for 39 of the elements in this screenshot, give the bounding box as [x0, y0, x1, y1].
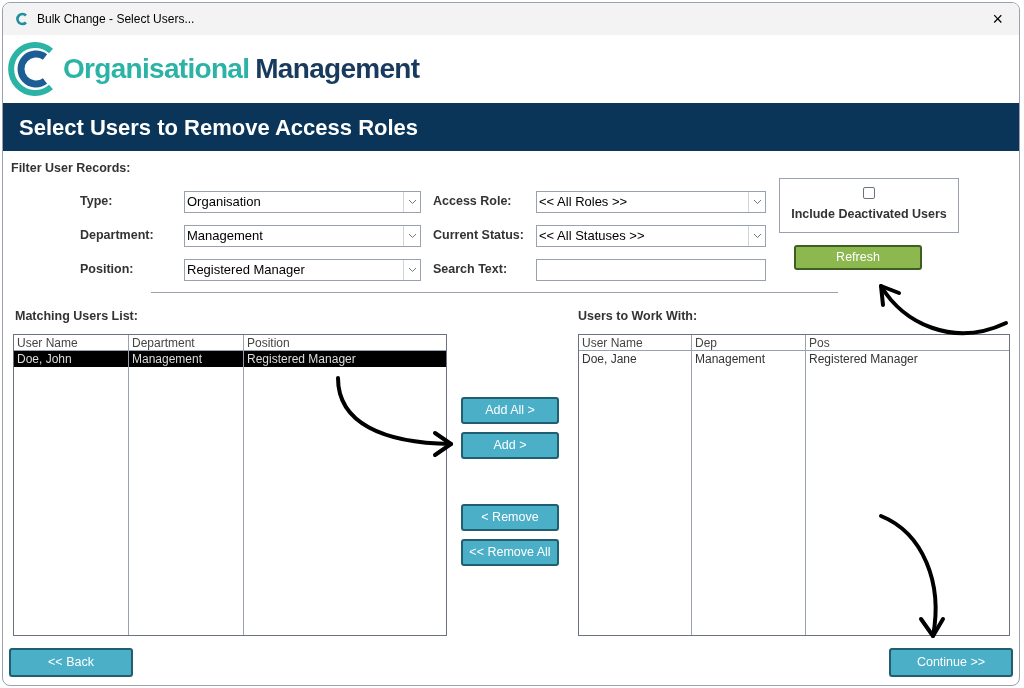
field-label: Search Text: — [433, 261, 509, 279]
field-label: Position: — [80, 261, 135, 279]
column-header[interactable]: Department — [129, 334, 243, 351]
column-header[interactable]: Pos — [806, 334, 1009, 351]
banner-title: Select Users to Remove Access Roles — [19, 113, 419, 142]
dropdown[interactable]: Management — [184, 224, 421, 247]
matching-users-list[interactable]: User Name Doe, John Department Management Position Registered Manager — [13, 333, 447, 636]
close-button[interactable]: × — [988, 10, 1007, 28]
column-header[interactable]: User Name — [14, 334, 128, 351]
field-label: Department: — [80, 227, 155, 245]
chevron-icon — [407, 266, 417, 273]
logo-text: Management — [255, 52, 420, 86]
column-header[interactable]: Position — [244, 334, 446, 351]
section-heading: Filter User Records: — [11, 160, 132, 177]
dropdown[interactable]: Registered Manager — [184, 258, 421, 281]
field-label: Access Role: — [433, 193, 513, 211]
checkbox-label: Include Deactivated Users — [791, 205, 947, 223]
search-field[interactable] — [536, 258, 766, 281]
checkbox[interactable] — [863, 186, 875, 199]
chevron-icon — [407, 198, 417, 205]
table-cell[interactable]: Doe, Jane — [579, 350, 691, 367]
dropdown[interactable]: << All Roles >> — [536, 190, 766, 213]
dropdown[interactable]: Organisation — [184, 190, 421, 213]
list-heading: Matching Users List: — [15, 307, 139, 325]
column-header[interactable]: Dep — [692, 334, 805, 351]
logo-text: Organisational — [63, 52, 250, 86]
table-cell[interactable]: Management — [692, 350, 805, 367]
dropdown[interactable]: << All Statuses >> — [536, 224, 766, 247]
list-heading: Users to Work With: — [578, 307, 699, 325]
field-label: Type: — [80, 193, 114, 211]
app-icon — [15, 12, 29, 26]
window-title: Bulk Change - Select Users... — [37, 11, 195, 28]
chevron-icon — [752, 232, 762, 239]
chevron-icon — [407, 232, 417, 239]
column-header[interactable]: User Name — [579, 334, 691, 351]
chevron-icon — [752, 198, 762, 205]
work-users-list[interactable]: User Name Doe, Jane Dep Management Pos Registered Manager — [578, 333, 1010, 636]
table-cell[interactable]: Registered Manager — [806, 350, 1009, 367]
field-label: Current Status: — [433, 227, 525, 245]
